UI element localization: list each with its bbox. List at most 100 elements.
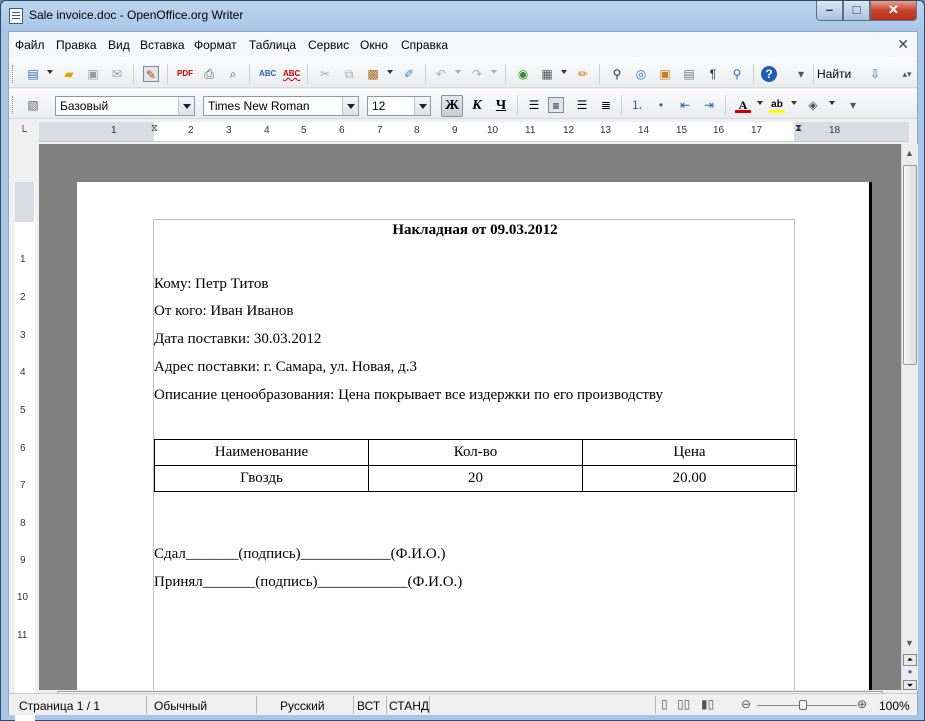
navigation-icon[interactable]: ● [903,667,917,679]
font-color-dropdown-icon[interactable] [757,101,763,105]
highlighting-icon[interactable]: ab [769,97,785,113]
close-window-button[interactable]: ✕ [870,1,917,21]
scroll-down-icon[interactable]: ▼ [905,638,914,648]
bold-button[interactable]: Ж [441,95,463,117]
table-header-cell[interactable]: Наименование [154,439,369,466]
font-name-select[interactable]: Times New Roman [203,96,359,116]
table-dropdown-icon[interactable] [561,70,567,74]
maximize-button[interactable]: □ [843,1,870,21]
selection-mode-indicator[interactable]: СТАНД [389,699,429,713]
chevron-down-icon[interactable] [178,97,194,115]
new-document-icon[interactable]: ▤ [25,66,41,82]
table-cell[interactable]: 20.00 [582,465,797,492]
zoom-slider-track[interactable] [757,705,857,706]
menu-window[interactable]: Окно [360,38,388,52]
export-pdf-icon[interactable]: PDF [177,66,193,82]
close-document-icon[interactable]: ✕ [897,36,909,53]
language-indicator[interactable]: Русский [280,699,325,713]
data-sources-icon[interactable]: ▤ [681,66,697,82]
format-paintbrush-icon[interactable]: ✐ [401,66,417,82]
single-page-view-icon[interactable]: ▯ [661,697,668,711]
toolbar-grip[interactable] [12,96,15,114]
cut-icon[interactable]: ✂ [317,66,333,82]
document-page[interactable]: Накладная от 09.03.2012 Кому: Петр Титов… [77,182,872,690]
print-preview-icon[interactable]: ⌕ [225,66,241,82]
vertical-scroll-thumb[interactable] [903,165,917,365]
table-icon[interactable]: ▦ [539,66,555,82]
justify-icon[interactable]: ≣ [598,97,614,113]
align-right-icon[interactable]: ☰ [574,97,590,113]
redo-dropdown-icon[interactable] [491,70,497,74]
zoom-icon[interactable]: ⚲ [729,66,745,82]
menu-file[interactable]: Файл [15,38,45,52]
table-header-cell[interactable]: Цена [582,439,797,466]
spellcheck-icon[interactable]: ABC [259,66,276,82]
show-draw-functions-icon[interactable]: ✏ [575,66,591,82]
document-canvas[interactable]: Накладная от 09.03.2012 Кому: Петр Титов… [39,144,901,690]
page-indicator[interactable]: Страница 1 / 1 [19,699,100,713]
align-center-icon[interactable]: ≡ [548,97,564,113]
paste-icon[interactable]: ▩ [365,66,381,82]
find-next-icon[interactable]: ⇩ [867,66,883,82]
menu-format[interactable]: Формат [194,38,237,52]
vertical-scrollbar[interactable]: ▲ ▼ ⏶ ● ⏷ [901,144,918,690]
increase-indent-icon[interactable]: ⇥ [701,97,717,113]
menu-edit[interactable]: Правка [56,38,97,52]
toolbar-overflow-icon[interactable]: ▾ [793,66,809,82]
multi-page-view-icon[interactable]: ▯▯ [677,697,690,711]
table-cell[interactable]: 20 [368,465,583,492]
help-icon[interactable]: ? [761,66,777,82]
zoom-slider-thumb[interactable] [799,700,807,710]
font-color-icon[interactable]: A [735,97,751,113]
font-size-select[interactable]: 12 [367,96,431,116]
undo-dropdown-icon[interactable] [455,70,461,74]
gallery-icon[interactable]: ▣ [657,66,673,82]
book-view-icon[interactable]: ▮▯ [701,697,714,711]
paragraph-style-select[interactable]: Базовый [55,96,195,116]
zoom-level[interactable]: 100% [879,699,910,713]
toolbar-grip[interactable] [12,65,15,83]
new-dropdown-icon[interactable] [47,70,53,74]
menu-view[interactable]: Вид [108,38,130,52]
tab-stop-selector[interactable]: └ [15,126,31,140]
autospellcheck-icon[interactable]: ABC [283,66,300,82]
email-icon[interactable]: ✉ [109,66,125,82]
insert-mode-indicator[interactable]: ВСТ [357,699,380,713]
chevron-down-icon[interactable] [342,97,358,115]
toolbar-overflow-icon[interactable]: ▾ [845,97,861,113]
background-color-dropdown-icon[interactable] [829,101,835,105]
menu-insert[interactable]: Вставка [140,38,185,52]
styles-formatting-icon[interactable]: ▧ [25,97,41,113]
table-header-cell[interactable]: Кол-во [368,439,583,466]
table-cell[interactable]: Гвоздь [154,465,369,492]
title-bar[interactable]: Sale invoice.doc - OpenOffice.org Writer… [1,1,924,31]
menu-tools[interactable]: Сервис [308,38,349,52]
scroll-up-icon[interactable]: ▲ [905,148,914,158]
previous-page-icon[interactable]: ⏶ [903,654,917,666]
find-toolbar-scroll-icon[interactable]: ▴▾ [899,66,915,82]
numbering-icon[interactable]: ⒈ [629,97,645,113]
menu-table[interactable]: Таблица [249,38,296,52]
bullets-icon[interactable]: • [653,97,669,113]
redo-icon[interactable]: ↷ [469,66,485,82]
menu-help[interactable]: Справка [401,38,448,52]
undo-icon[interactable]: ↶ [433,66,449,82]
find-replace-icon[interactable]: ⚲ [609,66,625,82]
align-left-icon[interactable]: ☰ [526,97,542,113]
next-page-icon[interactable]: ⏷ [903,680,917,690]
decrease-indent-icon[interactable]: ⇤ [677,97,693,113]
edit-mode-icon[interactable]: ✎ [143,66,159,82]
highlighting-dropdown-icon[interactable] [791,101,797,105]
page-style-indicator[interactable]: Обычный [154,699,207,713]
ruler-indent-marker[interactable]: ⧖ [151,123,158,134]
ruler-right-indent-marker[interactable]: ⧗ [795,123,802,134]
copy-icon[interactable]: ⧉ [341,66,357,82]
save-icon[interactable]: ▣ [85,66,101,82]
vertical-ruler[interactable]: 1 2 3 4 5 6 7 8 9 10 11 [15,182,35,721]
zoom-in-icon[interactable]: ⊕ [857,697,867,711]
invoice-table[interactable]: Наименование Кол-во Цена Гвоздь 20 20.00 [154,439,797,492]
horizontal-ruler[interactable]: 1 ⧖ 2 3 4 5 6 7 8 9 10 11 12 13 14 15 16… [39,122,909,142]
background-color-icon[interactable]: ◈ [805,97,821,113]
print-icon[interactable]: ⎙ [201,66,217,82]
find-toolbar-label[interactable]: Найти [817,67,851,81]
